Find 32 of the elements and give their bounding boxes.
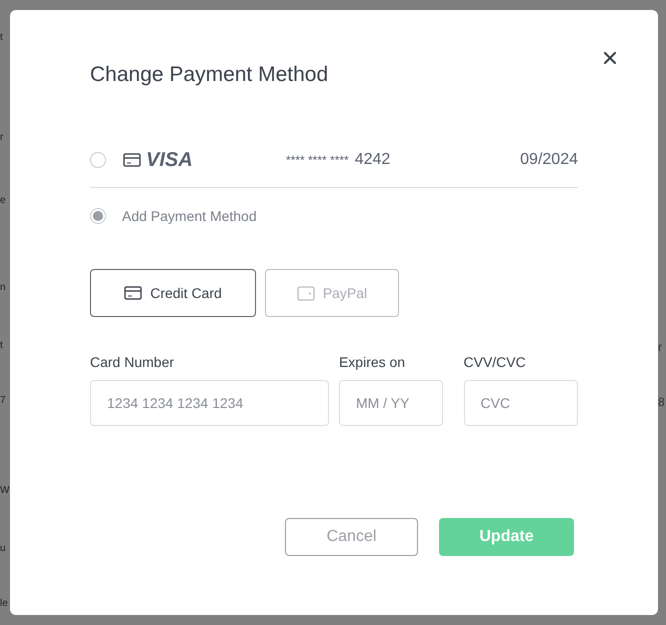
background-text: t [0, 340, 3, 352]
card-brand: VISA [146, 148, 194, 172]
background-text: n [0, 282, 6, 294]
background-text: t [0, 32, 3, 44]
radio-button[interactable] [90, 208, 106, 224]
input-field[interactable]: 1234 1234 1234 1234 [90, 380, 329, 426]
card-number-mask: **** **** **** [286, 152, 349, 168]
field-label: CVV/CVC [464, 353, 527, 371]
card-last-digits: 4242 [354, 150, 390, 170]
background-text: r [658, 340, 662, 354]
card-expiry: 09/2024 [520, 150, 578, 170]
wallet-icon [296, 285, 315, 301]
field-label: Expires on [338, 353, 406, 371]
field-label: Card Number [90, 353, 176, 371]
background-text: e [0, 195, 6, 207]
cancel-button[interactable]: Cancel [285, 518, 418, 556]
background-text: le [0, 598, 8, 610]
payment-type-tab[interactable]: Credit Card [90, 269, 256, 317]
dialog-title: Change Payment Method [90, 62, 328, 88]
add-payment-method-label[interactable]: Add Payment Method [122, 206, 257, 226]
input-field[interactable]: CVC [464, 380, 578, 426]
payment-type-tab[interactable]: PayPal [265, 269, 399, 317]
background-text: r [0, 132, 4, 144]
credit-card-icon [123, 152, 141, 166]
radio-button[interactable] [90, 152, 106, 168]
background-text: W [0, 485, 10, 497]
background-text: 7 [0, 395, 6, 407]
update-button[interactable]: Update [439, 518, 574, 556]
background-text: 8 [658, 395, 665, 409]
input-field[interactable]: MM / YY [338, 380, 442, 426]
credit-card-icon [124, 286, 142, 300]
background-text: u [0, 543, 6, 555]
